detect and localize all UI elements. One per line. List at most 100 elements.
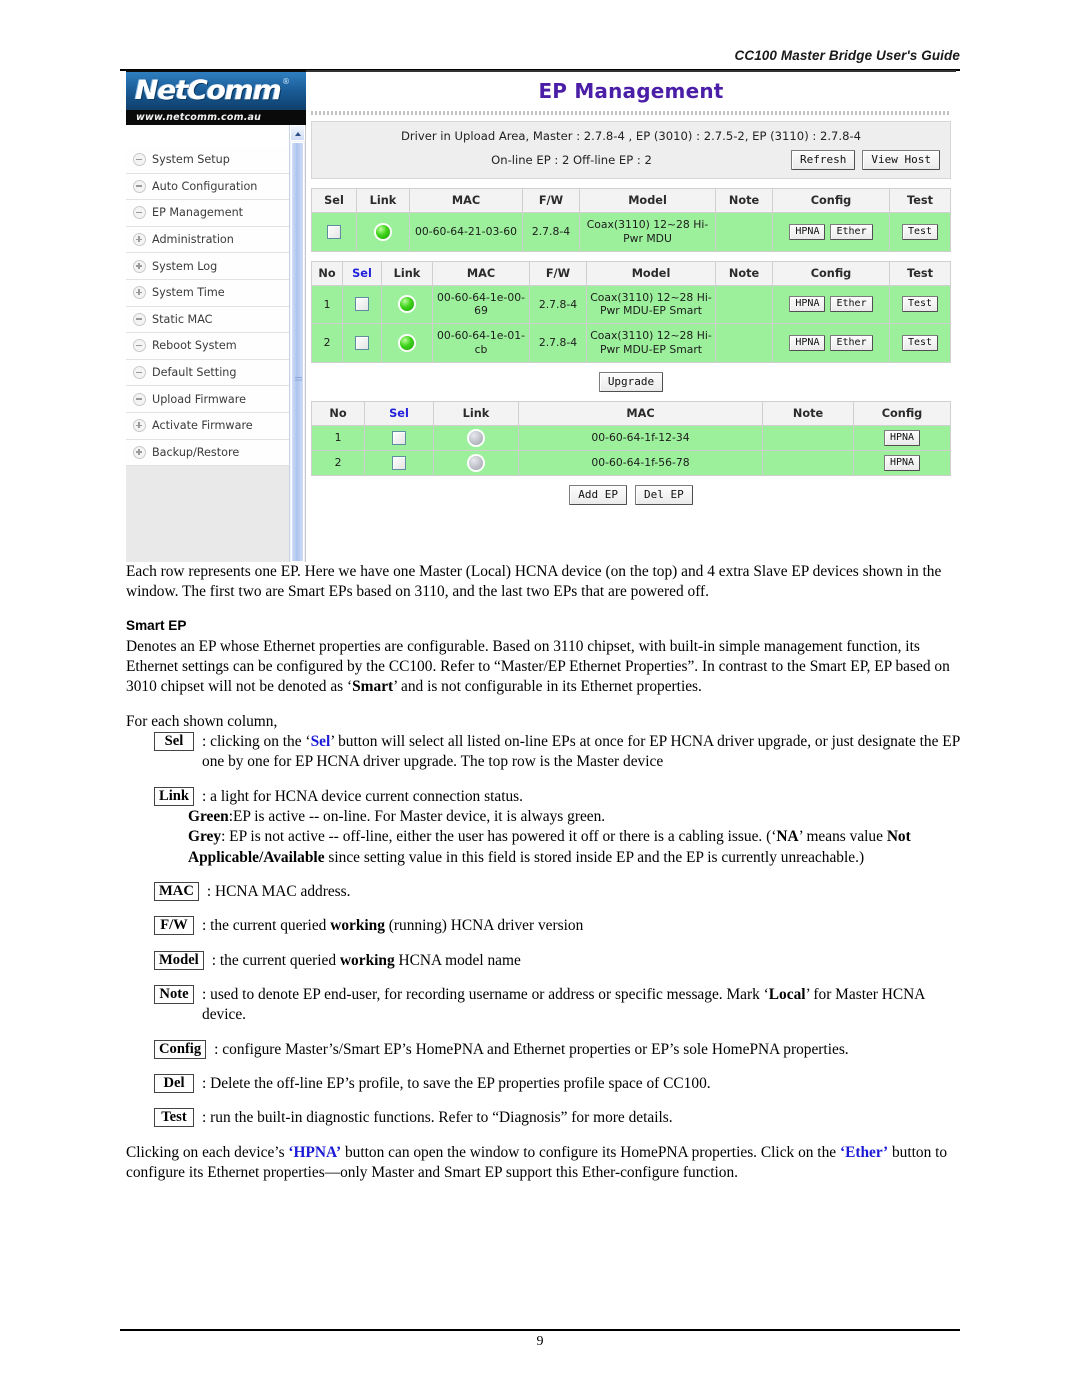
add-ep-button[interactable]: Add EP [569,484,627,505]
del-ep-button[interactable]: Del EP [635,484,693,505]
upgrade-button-row: Upgrade [306,371,956,392]
test-button[interactable]: Test [901,296,939,313]
note-tag[interactable]: Note [154,984,194,1005]
minus-circle-icon[interactable] [133,153,146,167]
ether-button[interactable]: Ether [830,223,873,240]
sidebar-item-label: Static MAC [152,312,213,326]
sidebar-item-system-log[interactable]: System Log [126,253,289,280]
select-checkbox[interactable] [392,430,406,445]
plus-circle-icon[interactable] [133,286,146,300]
cell-sel [364,449,434,476]
scrollbar-thumb[interactable] [291,142,304,562]
column-header-sel[interactable]: Sel [364,400,434,426]
cell-mac: 00-60-64-1f-56-78 [518,449,763,476]
view-host-button[interactable]: View Host [862,150,940,170]
test-tag[interactable]: Test [154,1108,194,1128]
closing-paragraph: Clicking on each device’s ‘HPNA’ button … [126,1143,964,1184]
cell-link [433,424,519,451]
column-header-note: Note [715,188,773,213]
closing-text-2: button can open the window to configure … [341,1143,840,1161]
hpna-button[interactable]: HPNA [789,223,826,240]
test-button[interactable]: Test [901,335,939,352]
select-checkbox[interactable] [392,455,406,470]
definition-note: Note : used to denote EP end-user, for r… [154,984,964,1026]
grey-label: Grey [188,828,222,846]
sidebar-item-activate-firmware[interactable]: Activate Firmware [126,412,289,440]
column-header-test: Test [889,260,951,286]
column-header-sel[interactable]: Sel [342,260,382,286]
cell-config: HPNA [853,424,951,451]
sidebar-scrollbar[interactable] [289,125,305,562]
sidebar-item-upload-firmware[interactable]: Upload Firmware [126,386,289,413]
select-checkbox[interactable] [355,297,369,312]
link-led-grey-icon [469,430,483,445]
hpna-button[interactable]: HPNA [883,429,921,446]
plus-circle-icon[interactable] [133,259,146,273]
closing-hpna: ‘HPNA’ [288,1143,342,1161]
sidebar-item-system-setup[interactable]: System Setup [126,147,289,174]
link-led-grey-icon [469,455,483,470]
sidebar-item-label: System Log [152,259,218,273]
sidebar-item-system-time[interactable]: System Time [126,279,289,307]
select-checkbox[interactable] [327,224,341,239]
definition-fw: F/W : the current queried working (runni… [154,916,964,936]
column-header-model: Model [579,188,716,213]
fw-text-2: (running) HCNA driver version [384,917,584,935]
column-header-mac: MAC [409,188,523,213]
test-button[interactable]: Test [901,223,939,240]
ether-button[interactable]: Ether [830,335,873,352]
sel-tag[interactable]: Sel [154,731,194,752]
upgrade-button[interactable]: Upgrade [598,371,664,392]
cell-config: HPNA [853,449,951,476]
cell-mac: 00-60-64-1e-00-69 [432,284,530,325]
minus-circle-icon[interactable] [133,392,146,406]
note-description: : used to denote EP end-user, for record… [202,985,964,1026]
sidebar-item-default-setting[interactable]: Default Setting [126,359,289,387]
ether-button[interactable]: Ether [830,296,873,313]
minus-circle-icon[interactable] [133,312,146,326]
cell-sel [311,212,357,252]
config-tag[interactable]: Config [154,1039,207,1059]
column-header-link: Link [433,400,519,426]
select-checkbox[interactable] [355,336,369,351]
minus-circle-icon[interactable] [133,339,146,353]
cell-test: Test [889,212,951,252]
sidebar-item-reboot-system[interactable]: Reboot System [126,333,289,360]
link-tag[interactable]: Link [154,786,195,806]
registered-mark-icon: ® [282,77,290,86]
definition-link: Link : a light for HCNA device current c… [154,786,964,807]
grey-text-1: : EP is not active -- off-line, either t… [221,828,777,846]
hpna-button[interactable]: HPNA [883,454,921,471]
cell-note [715,323,773,363]
sidebar-item-backup-restore[interactable]: Backup/Restore [126,439,289,467]
fw-tag[interactable]: F/W [154,916,194,936]
column-header-test: Test [889,188,951,213]
mac-tag[interactable]: MAC [154,881,199,902]
cell-sel [342,323,382,363]
minus-circle-icon[interactable] [133,206,146,220]
column-header-fw: F/W [529,260,587,286]
model-tag[interactable]: Model [154,950,204,970]
table-row: 1 00-60-64-1f-12-34 HPNA [311,424,951,451]
sidebar-item-ep-management[interactable]: EP Management [126,200,289,227]
table-row: 1 00-60-64-1e-00-69 2.7.8-4 Coax(3110) 12~2… [311,284,951,325]
cell-no: 2 [311,449,365,476]
plus-circle-icon[interactable] [133,445,146,459]
scroll-up-arrow-icon[interactable] [290,125,305,141]
minus-circle-icon[interactable] [133,366,146,380]
cell-fw: 2.7.8-4 [529,323,587,363]
definition-test: Test : run the built-in diagnostic funct… [154,1108,964,1128]
sidebar-item-static-mac[interactable]: Static MAC [126,306,289,334]
del-tag[interactable]: Del [154,1073,194,1094]
plus-circle-icon[interactable] [133,419,146,433]
plus-circle-icon[interactable] [133,233,146,247]
hpna-button[interactable]: HPNA [789,296,826,313]
cell-note [715,212,773,252]
sidebar-item-administration[interactable]: Administration [126,226,289,254]
offline-ep-table: No Sel Link MAC Note Config 1 00-60-64-1f-12-34… [311,400,951,476]
minus-circle-icon[interactable] [133,179,146,193]
refresh-button[interactable]: Refresh [791,150,856,170]
sidebar-item-auto-configuration[interactable]: Auto Configuration [126,173,289,201]
definition-del: Del : Delete the off-line EP’s profile, … [154,1073,964,1094]
hpna-button[interactable]: HPNA [789,335,826,352]
